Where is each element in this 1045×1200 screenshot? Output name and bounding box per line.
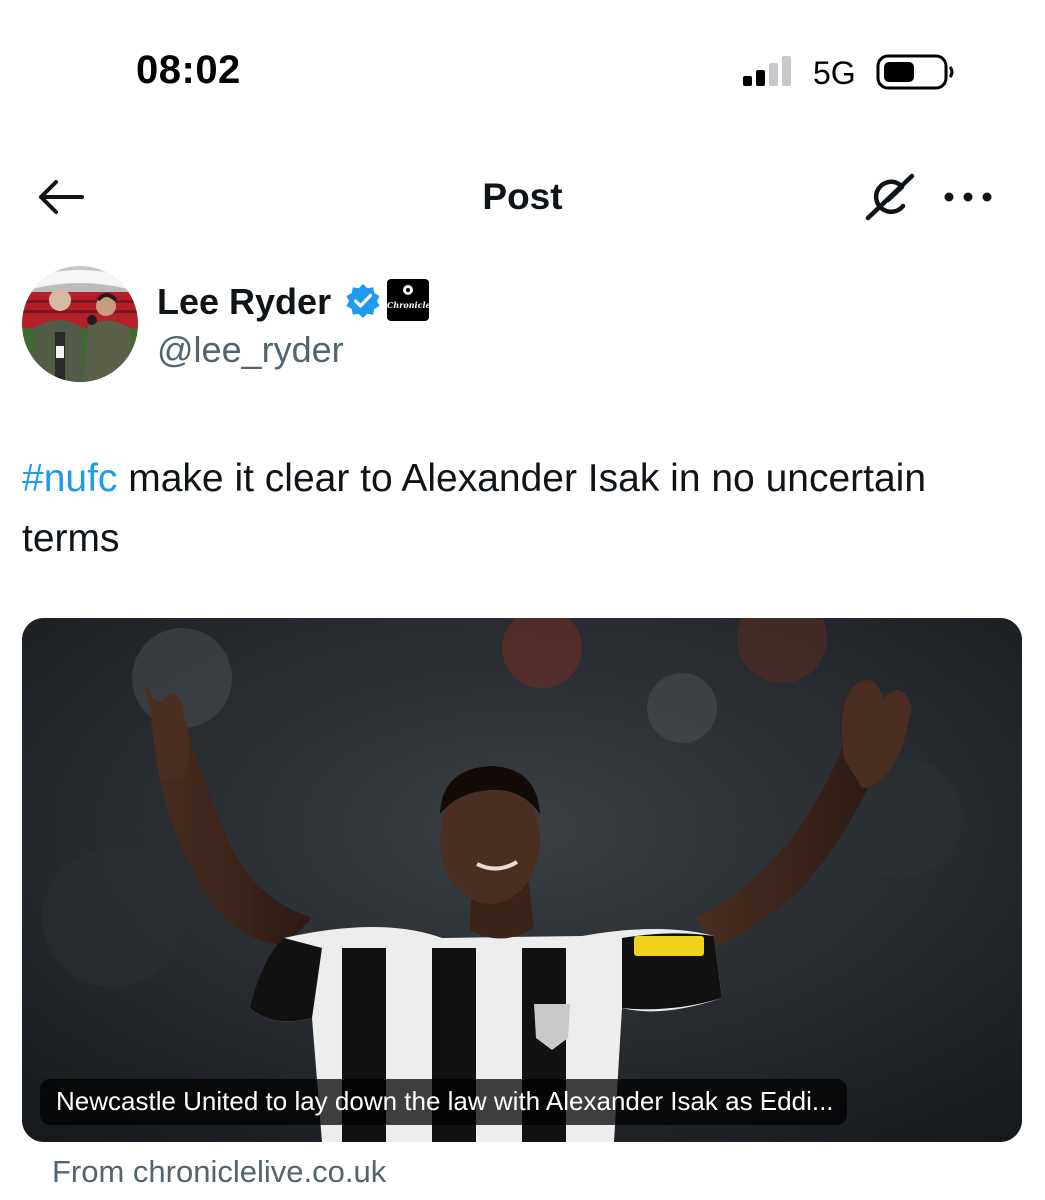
affiliation-badge[interactable]: Chronicle (387, 279, 429, 321)
post-body: make it clear to Alexander Isak in no un… (22, 457, 927, 560)
card-caption: Newcastle United to lay down the law wit… (40, 1079, 847, 1125)
grok-icon[interactable] (862, 172, 918, 224)
post-screen: 08:02 5G Post Lee Ryder Chronicle @lee_r… (0, 0, 1045, 1200)
network-type: 5G (813, 55, 856, 91)
author-name[interactable]: Lee Ryder (157, 281, 331, 323)
verified-icon (346, 284, 380, 318)
link-card[interactable]: Newcastle United to lay down the law wit… (22, 618, 1022, 1142)
post-text: #nufc make it clear to Alexander Isak in… (22, 449, 1012, 569)
card-image (22, 618, 1022, 1142)
signal-icon (743, 56, 791, 86)
hashtag-link[interactable]: #nufc (22, 457, 117, 500)
more-icon[interactable] (940, 182, 996, 212)
card-source[interactable]: From chroniclelive.co.uk (52, 1154, 386, 1190)
author-handle[interactable]: @lee_ryder (157, 329, 344, 371)
battery-icon (876, 54, 954, 90)
affiliation-label: Chronicle (387, 300, 429, 310)
status-time: 08:02 (136, 48, 241, 92)
avatar[interactable] (22, 266, 138, 382)
